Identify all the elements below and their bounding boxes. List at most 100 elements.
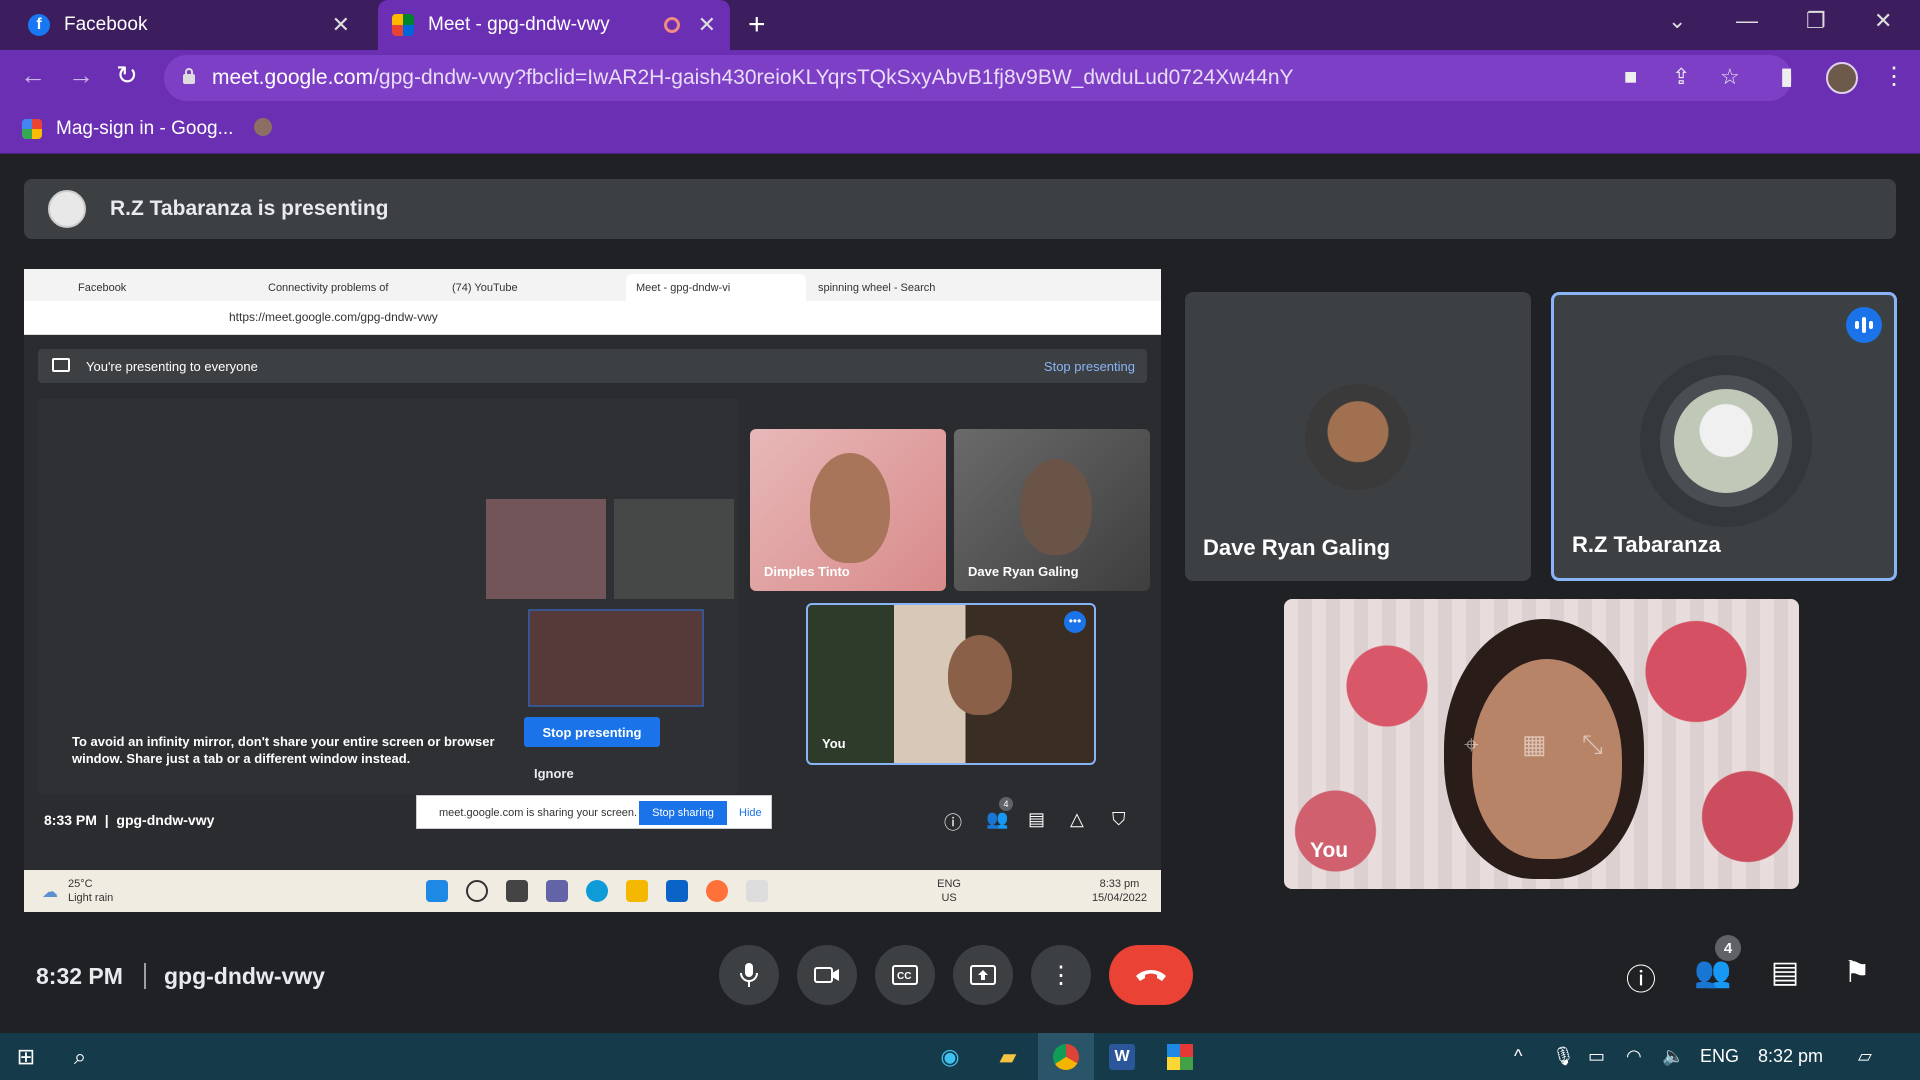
firefox-icon bbox=[706, 880, 728, 902]
mirror-tile bbox=[486, 499, 606, 599]
file-explorer-icon[interactable]: ▰ bbox=[992, 1041, 1024, 1073]
pin-icon[interactable]: ⌖ bbox=[1464, 729, 1479, 761]
windows-start-icon bbox=[426, 880, 448, 902]
hide-button: Hide bbox=[739, 807, 762, 819]
browser-toolbar: ← → ↻ meet.google.com/gpg-dndw-vwy?fbcli… bbox=[0, 50, 1920, 106]
url-text: meet.google.com/gpg-dndw-vwy?fbclid=IwAR… bbox=[212, 66, 1294, 89]
shared-tab: spinning wheel - Search bbox=[818, 281, 936, 294]
tile-name: You bbox=[822, 736, 846, 751]
leave-call-button[interactable] bbox=[1109, 945, 1193, 1005]
amazon-icon bbox=[746, 880, 768, 902]
mail-icon bbox=[666, 880, 688, 902]
bookmark-item[interactable] bbox=[254, 118, 272, 136]
back-icon[interactable]: ← bbox=[20, 60, 46, 91]
task-view-icon bbox=[506, 880, 528, 902]
remove-background-icon[interactable]: ▦ bbox=[1522, 729, 1547, 760]
shared-region: US bbox=[941, 892, 957, 904]
recording-icon bbox=[663, 17, 680, 33]
svg-text:CC: CC bbox=[897, 971, 911, 982]
close-tab-icon[interactable]: ✕ bbox=[332, 12, 350, 38]
shared-lang: ENG bbox=[937, 878, 961, 890]
shared-tray-time: 8:33 pm bbox=[1099, 878, 1140, 890]
shared-tab: (74) YouTube bbox=[452, 281, 518, 294]
mirror-tile bbox=[614, 499, 734, 599]
notifications-icon[interactable]: ▱ bbox=[1858, 1046, 1872, 1067]
side-panel-icon[interactable]: ▮ bbox=[1780, 62, 1793, 91]
participant-face bbox=[810, 453, 890, 563]
google-icon bbox=[22, 119, 42, 139]
host-controls-icon: ⛉ bbox=[1112, 809, 1126, 829]
microphone-button[interactable] bbox=[719, 945, 779, 1005]
captions-button[interactable]: CC bbox=[875, 945, 935, 1005]
shared-tab: Connectivity problems of bbox=[268, 281, 389, 294]
people-icon: 👥 bbox=[986, 809, 1009, 829]
participant-tile-rz[interactable]: R.Z Tabaranza bbox=[1551, 292, 1897, 581]
edge-icon[interactable]: ◉ bbox=[934, 1041, 966, 1073]
shared-address-bar: https://meet.google.com/gpg-dndw-vwy bbox=[24, 301, 1161, 335]
windows-start-icon[interactable]: ⊞ bbox=[10, 1041, 42, 1073]
tab-title: Meet - gpg-dndw-vwy bbox=[428, 14, 610, 35]
tray-overflow-icon[interactable]: ^ bbox=[1514, 1046, 1522, 1067]
wifi-icon[interactable]: ◠ bbox=[1626, 1046, 1642, 1067]
shared-screen: Facebook Connectivity problems of (74) Y… bbox=[24, 269, 1161, 912]
more-vert-icon: ⋮ bbox=[1049, 961, 1073, 989]
tab-search-icon[interactable]: ⌄ bbox=[1668, 8, 1686, 34]
battery-icon[interactable]: ▭ bbox=[1588, 1046, 1605, 1067]
search-icon[interactable]: ⌕ bbox=[64, 1041, 96, 1073]
chat-icon[interactable]: ▤ bbox=[1765, 955, 1805, 990]
bookmark-item[interactable]: Mag-sign in - Goog... bbox=[22, 118, 233, 140]
present-button[interactable] bbox=[953, 945, 1013, 1005]
profile-avatar[interactable] bbox=[1826, 62, 1858, 94]
shared-meeting-info: 8:33 PM | gpg-dndw-vwy bbox=[44, 812, 215, 828]
tray-microphone-icon: 🎙 bbox=[1552, 1046, 1575, 1066]
chrome-icon[interactable] bbox=[1050, 1041, 1082, 1073]
forward-icon[interactable]: → bbox=[68, 60, 94, 91]
app-icon[interactable] bbox=[1164, 1041, 1196, 1073]
shared-participant-badge: 4 bbox=[999, 797, 1013, 811]
word-icon[interactable]: W bbox=[1106, 1041, 1138, 1073]
more-options-button[interactable]: ⋮ bbox=[1031, 945, 1091, 1005]
bookmark-star-icon[interactable]: ☆ bbox=[1720, 64, 1740, 90]
reload-icon[interactable]: ↻ bbox=[116, 60, 138, 91]
minimize-tile-icon[interactable]: ⤡ bbox=[1582, 729, 1603, 761]
participant-name: R.Z Tabaranza bbox=[1572, 532, 1721, 557]
address-bar[interactable]: meet.google.com/gpg-dndw-vwy?fbclid=IwAR… bbox=[164, 55, 1792, 101]
new-tab-button[interactable]: + bbox=[748, 8, 766, 42]
speaking-indicator-icon bbox=[1846, 307, 1882, 343]
presenting-notice: You're presenting to everyone Stop prese… bbox=[38, 349, 1147, 383]
hang-up-icon bbox=[1136, 970, 1166, 981]
system-clock[interactable]: 8:32 pm bbox=[1758, 1046, 1823, 1067]
close-window-icon[interactable]: ✕ bbox=[1874, 8, 1892, 34]
participant-avatar bbox=[1674, 389, 1778, 493]
meeting-details-icon[interactable]: ⓘ bbox=[1621, 955, 1661, 999]
tab-meet[interactable]: Meet - gpg-dndw-vwy ✕ bbox=[378, 0, 730, 50]
camera-icon[interactable]: ■ bbox=[1624, 64, 1637, 90]
activities-icon: △ bbox=[1070, 809, 1084, 829]
activities-icon[interactable]: ⚑ bbox=[1837, 955, 1877, 990]
participant-name: You bbox=[1310, 839, 1349, 862]
menu-icon[interactable]: ⋮ bbox=[1882, 62, 1906, 91]
tab-facebook[interactable]: f Facebook ✕ bbox=[14, 0, 364, 50]
restore-icon[interactable]: ❐ bbox=[1806, 8, 1826, 34]
close-tab-icon[interactable]: ✕ bbox=[698, 12, 716, 38]
sharing-notification: meet.google.com is sharing your screen. … bbox=[416, 795, 772, 829]
tab-strip: f Facebook ✕ Meet - gpg-dndw-vwy ✕ + ⌄ —… bbox=[0, 0, 1920, 50]
microphone-icon bbox=[740, 963, 758, 987]
minimize-icon[interactable]: — bbox=[1736, 8, 1758, 34]
language-indicator[interactable]: ENG bbox=[1700, 1046, 1739, 1067]
camera-button[interactable] bbox=[797, 945, 857, 1005]
participant-tile-dave[interactable]: Dave Ryan Galing bbox=[1185, 292, 1531, 581]
tab-title: Facebook bbox=[64, 14, 148, 35]
volume-icon[interactable]: 🔈 bbox=[1662, 1046, 1684, 1067]
share-icon[interactable]: ⇪ bbox=[1672, 64, 1690, 90]
shared-participant-tile: Dimples Tinto bbox=[750, 429, 946, 591]
infinity-warning: To avoid an infinity mirror, don't share… bbox=[72, 734, 495, 766]
self-view-tile[interactable]: ⌖ ▦ ⤡ You bbox=[1284, 599, 1799, 889]
lock-icon bbox=[183, 68, 195, 84]
presenting-banner: R.Z Tabaranza is presenting bbox=[24, 179, 1896, 239]
windows-taskbar: ⊞ ⌕ ◉ ▰ W ^ 🎙 ▭ ◠ 🔈 ENG 8:32 pm ▱ bbox=[0, 1033, 1920, 1080]
captions-icon: CC bbox=[892, 965, 918, 985]
participant-avatar bbox=[1305, 384, 1411, 490]
bookmark-favicon-icon bbox=[254, 118, 272, 136]
shared-taskbar: ☁ 25°C Light rain ENG US 8:33 pm 15/04/2… bbox=[24, 870, 1161, 912]
